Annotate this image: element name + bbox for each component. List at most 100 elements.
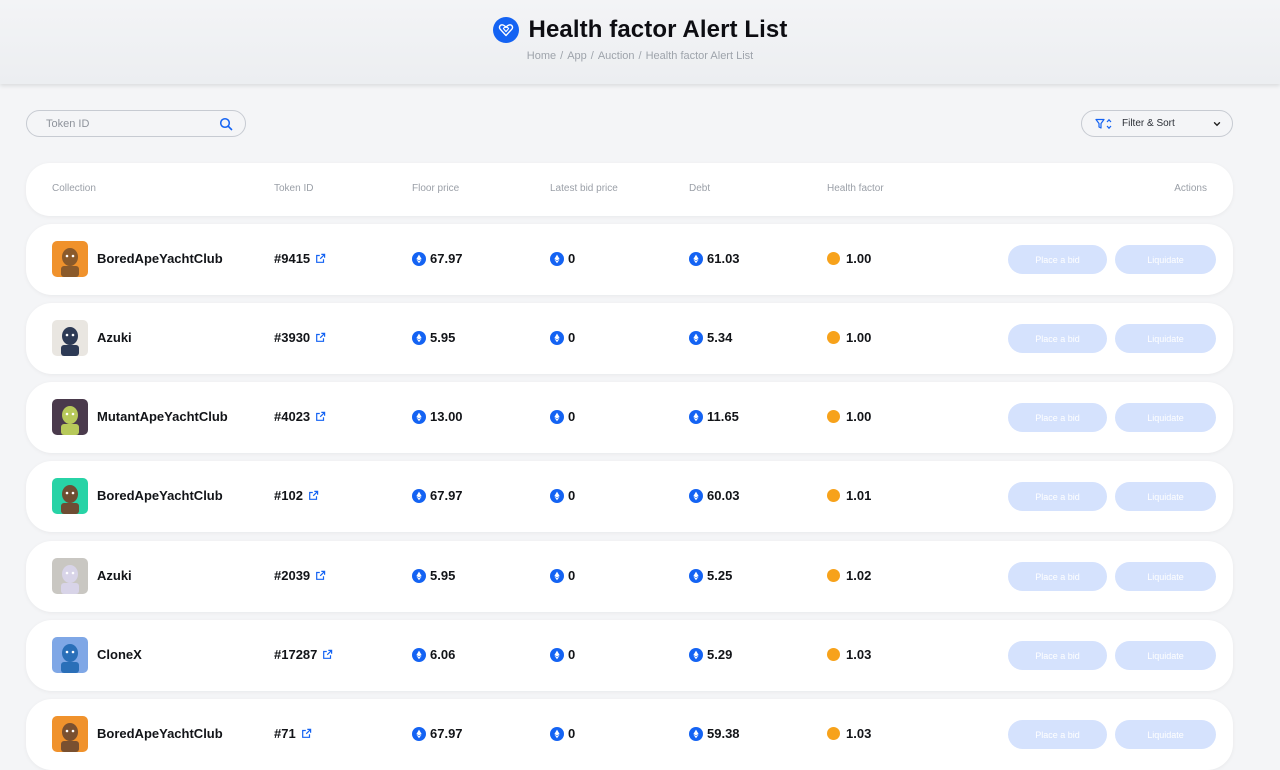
eth-icon (550, 409, 564, 424)
place-bid-button[interactable]: Place a bid (1008, 641, 1107, 670)
token-id-text[interactable]: #17287 (274, 647, 317, 662)
token-id-link[interactable]: #4023 (274, 409, 326, 424)
external-link-icon[interactable] (315, 332, 326, 343)
liquidate-button[interactable]: Liquidate (1115, 403, 1216, 432)
liquidate-button[interactable]: Liquidate (1115, 641, 1216, 670)
collection-avatar (52, 399, 88, 435)
eth-icon (689, 330, 703, 345)
token-id-link[interactable]: #71 (274, 726, 312, 741)
token-id-text[interactable]: #3930 (274, 330, 310, 345)
breadcrumb-app[interactable]: App (567, 50, 587, 62)
search-input[interactable] (46, 117, 206, 130)
token-id-text[interactable]: #9415 (274, 251, 310, 266)
collection-name: BoredApeYachtClub (97, 488, 223, 503)
column-header-health-factor[interactable]: Health factor (827, 183, 884, 194)
floor-price-value: 6.06 (430, 647, 456, 662)
token-id-link[interactable]: #102 (274, 488, 319, 503)
latest-bid-price: 0 (550, 647, 575, 662)
health-status-dot (827, 489, 840, 502)
health-factor-value: 1.00 (846, 330, 872, 345)
latest-bid-value: 0 (568, 568, 576, 583)
token-id-text[interactable]: #2039 (274, 568, 310, 583)
token-id-link[interactable]: #3930 (274, 330, 326, 345)
table-row: BoredApeYachtClub #9415 67.97 0 61.03 1.00 Pla… (26, 224, 1233, 295)
place-bid-button[interactable]: Place a bid (1008, 403, 1107, 432)
latest-bid-price: 0 (550, 726, 575, 741)
debt: 5.29 (689, 647, 732, 662)
table-row: MutantApeYachtClub #4023 13.00 0 11.65 1.00 Pl… (26, 382, 1233, 453)
eth-icon (550, 647, 564, 662)
latest-bid-price: 0 (550, 488, 575, 503)
eth-icon (412, 330, 426, 345)
latest-bid-value: 0 (568, 330, 576, 345)
place-bid-button[interactable]: Place a bid (1008, 720, 1107, 749)
debt-value: 11.65 (707, 409, 739, 424)
eth-icon (550, 488, 564, 503)
token-id-link[interactable]: #17287 (274, 647, 333, 662)
floor-price-value: 5.95 (430, 330, 456, 345)
place-bid-button[interactable]: Place a bid (1008, 562, 1107, 591)
liquidate-button[interactable]: Liquidate (1115, 720, 1216, 749)
eth-icon (550, 568, 564, 583)
table-header: Collection Token ID Floor price Latest b… (26, 163, 1233, 216)
floor-price-value: 13.00 (430, 409, 463, 424)
floor-price: 13.00 (412, 409, 463, 424)
eth-icon (412, 726, 426, 741)
debt: 60.03 (689, 488, 740, 503)
eth-icon (689, 568, 703, 583)
debt-value: 5.29 (707, 647, 733, 662)
token-id-text[interactable]: #71 (274, 726, 296, 741)
debt: 11.65 (689, 409, 739, 424)
column-header-floor-price[interactable]: Floor price (412, 183, 459, 194)
health-factor: 1.03 (827, 647, 871, 662)
eth-icon (412, 251, 426, 266)
external-link-icon[interactable] (315, 253, 326, 264)
filter-sort-label: Filter & Sort (1122, 118, 1175, 129)
token-id-link[interactable]: #2039 (274, 568, 326, 583)
token-id-text[interactable]: #102 (274, 488, 303, 503)
breadcrumb-home[interactable]: Home (527, 50, 556, 62)
search-icon[interactable] (219, 117, 233, 131)
eth-icon (689, 251, 703, 266)
floor-price-value: 67.97 (430, 251, 463, 266)
search-box[interactable] (26, 110, 246, 137)
place-bid-button[interactable]: Place a bid (1008, 245, 1107, 274)
liquidate-button[interactable]: Liquidate (1115, 324, 1216, 353)
place-bid-button[interactable]: Place a bid (1008, 482, 1107, 511)
place-bid-button[interactable]: Place a bid (1008, 324, 1107, 353)
external-link-icon[interactable] (301, 728, 312, 739)
health-factor: 1.00 (827, 409, 871, 424)
external-link-icon[interactable] (315, 411, 326, 422)
liquidate-button[interactable]: Liquidate (1115, 562, 1216, 591)
filter-sort-icon (1095, 118, 1113, 130)
liquidate-button[interactable]: Liquidate (1115, 245, 1216, 274)
liquidate-button[interactable]: Liquidate (1115, 482, 1216, 511)
table-row: Azuki #2039 5.95 0 5.25 1.02 Place a bid Liquid… (26, 541, 1233, 612)
column-header-debt[interactable]: Debt (689, 183, 710, 194)
external-link-icon[interactable] (322, 649, 333, 660)
breadcrumb-current: Health factor Alert List (645, 50, 754, 62)
breadcrumb-auction[interactable]: Auction (598, 50, 635, 62)
external-link-icon[interactable] (308, 490, 319, 501)
floor-price-value: 67.97 (430, 488, 463, 503)
filter-sort-dropdown[interactable]: Filter & Sort (1081, 110, 1233, 137)
latest-bid-price: 0 (550, 251, 575, 266)
column-header-latest-bid[interactable]: Latest bid price (550, 183, 618, 194)
column-header-token-id[interactable]: Token ID (274, 183, 313, 194)
column-header-collection[interactable]: Collection (52, 183, 96, 194)
debt: 5.34 (689, 330, 732, 345)
external-link-icon[interactable] (315, 570, 326, 581)
health-factor: 1.00 (827, 330, 871, 345)
floor-price: 6.06 (412, 647, 455, 662)
floor-price: 5.95 (412, 330, 455, 345)
page-header: Health factor Alert List Home / App / Auctio… (0, 0, 1280, 84)
health-factor: 1.01 (827, 488, 871, 503)
latest-bid-value: 0 (568, 251, 576, 266)
health-factor-value: 1.02 (846, 568, 872, 583)
token-id-text[interactable]: #4023 (274, 409, 310, 424)
collection-avatar (52, 241, 88, 277)
token-id-link[interactable]: #9415 (274, 251, 326, 266)
table-row: BoredApeYachtClub #71 67.97 0 59.38 1.03 Place… (26, 699, 1233, 770)
latest-bid-price: 0 (550, 330, 575, 345)
health-factor-value: 1.03 (846, 726, 872, 741)
